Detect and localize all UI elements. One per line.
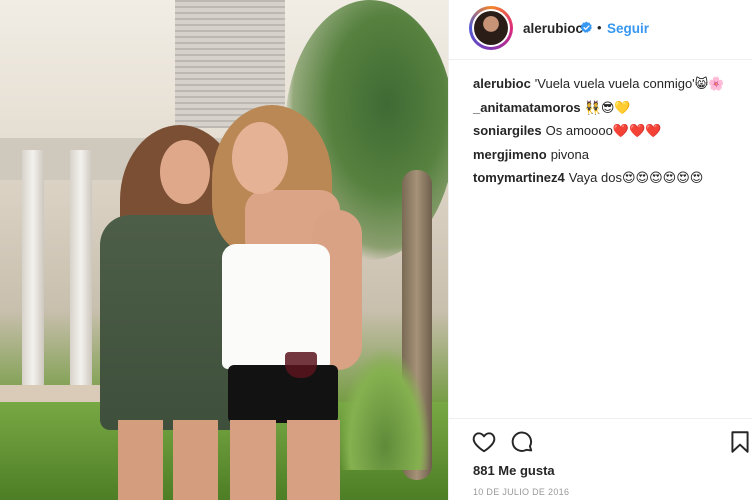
post-date[interactable]: 10 DE JULIO DE 2016 [473, 487, 569, 497]
header-separator-dot: • [597, 20, 602, 35]
comment-icon[interactable] [509, 429, 535, 455]
photo-person-left-face [160, 140, 210, 204]
comment-username[interactable]: soniargiles [473, 123, 542, 138]
post-sidebar: alerubioc • Seguir alerubioc 'Vuela vuela… [448, 0, 752, 500]
instagram-post: alerubioc • Seguir alerubioc 'Vuela vuela… [0, 0, 752, 500]
avatar[interactable] [469, 6, 513, 50]
comment-username[interactable]: alerubioc [473, 76, 531, 91]
comment-item: tomymartinez4 Vaya dos😍😍😍😍😍😍 [473, 170, 745, 194]
comment-username[interactable]: mergjimeno [473, 147, 547, 162]
photo-person-left-dress [100, 215, 240, 430]
photo-wine-glass [285, 352, 317, 378]
comment-item: mergjimeno pivona [473, 147, 745, 171]
photo-pillar [22, 150, 44, 410]
comment-item: _anitamatamoros 👯😎💛 [473, 100, 745, 124]
comment-username[interactable]: _anitamatamoros [473, 100, 581, 115]
comment-item: soniargiles Os amoooo❤️❤️❤️ [473, 123, 745, 147]
heart-icon[interactable] [471, 429, 497, 455]
follow-button[interactable]: Seguir [607, 21, 649, 36]
likes-count[interactable]: 881 Me gusta [473, 463, 555, 478]
verified-badge-icon [580, 21, 592, 33]
photo-person-left-legs [118, 420, 218, 500]
photo-person-right-legs [230, 420, 340, 500]
comment-text: 'Vuela vuela vuela conmigo'😸🌸 [534, 76, 725, 91]
bookmark-icon[interactable] [727, 429, 752, 455]
comment-text: Os amoooo❤️❤️❤️ [545, 123, 662, 138]
photo-person-right-top [222, 244, 330, 369]
avatar-image [474, 11, 508, 45]
comment-item: alerubioc 'Vuela vuela vuela conmigo'😸🌸 [473, 76, 745, 100]
comments-list: alerubioc 'Vuela vuela vuela conmigo'😸🌸 _… [473, 76, 745, 194]
comment-text: pivona [550, 146, 589, 162]
photo-person-right-shorts [228, 365, 338, 423]
comment-username[interactable]: tomymartinez4 [473, 170, 565, 185]
photo-plant [340, 350, 430, 470]
username-link[interactable]: alerubioc [523, 21, 583, 36]
post-actions: 881 Me gusta 10 DE JULIO DE 2016 [449, 418, 752, 500]
comment-text: Vaya dos😍😍😍😍😍😍 [568, 170, 704, 185]
photo-person-right-face [232, 122, 288, 194]
post-photo[interactable] [0, 0, 448, 500]
comment-text: 👯😎💛 [584, 99, 631, 115]
avatar-ring [472, 9, 510, 47]
post-header: alerubioc • Seguir [449, 0, 752, 60]
photo-pillar [70, 150, 92, 410]
